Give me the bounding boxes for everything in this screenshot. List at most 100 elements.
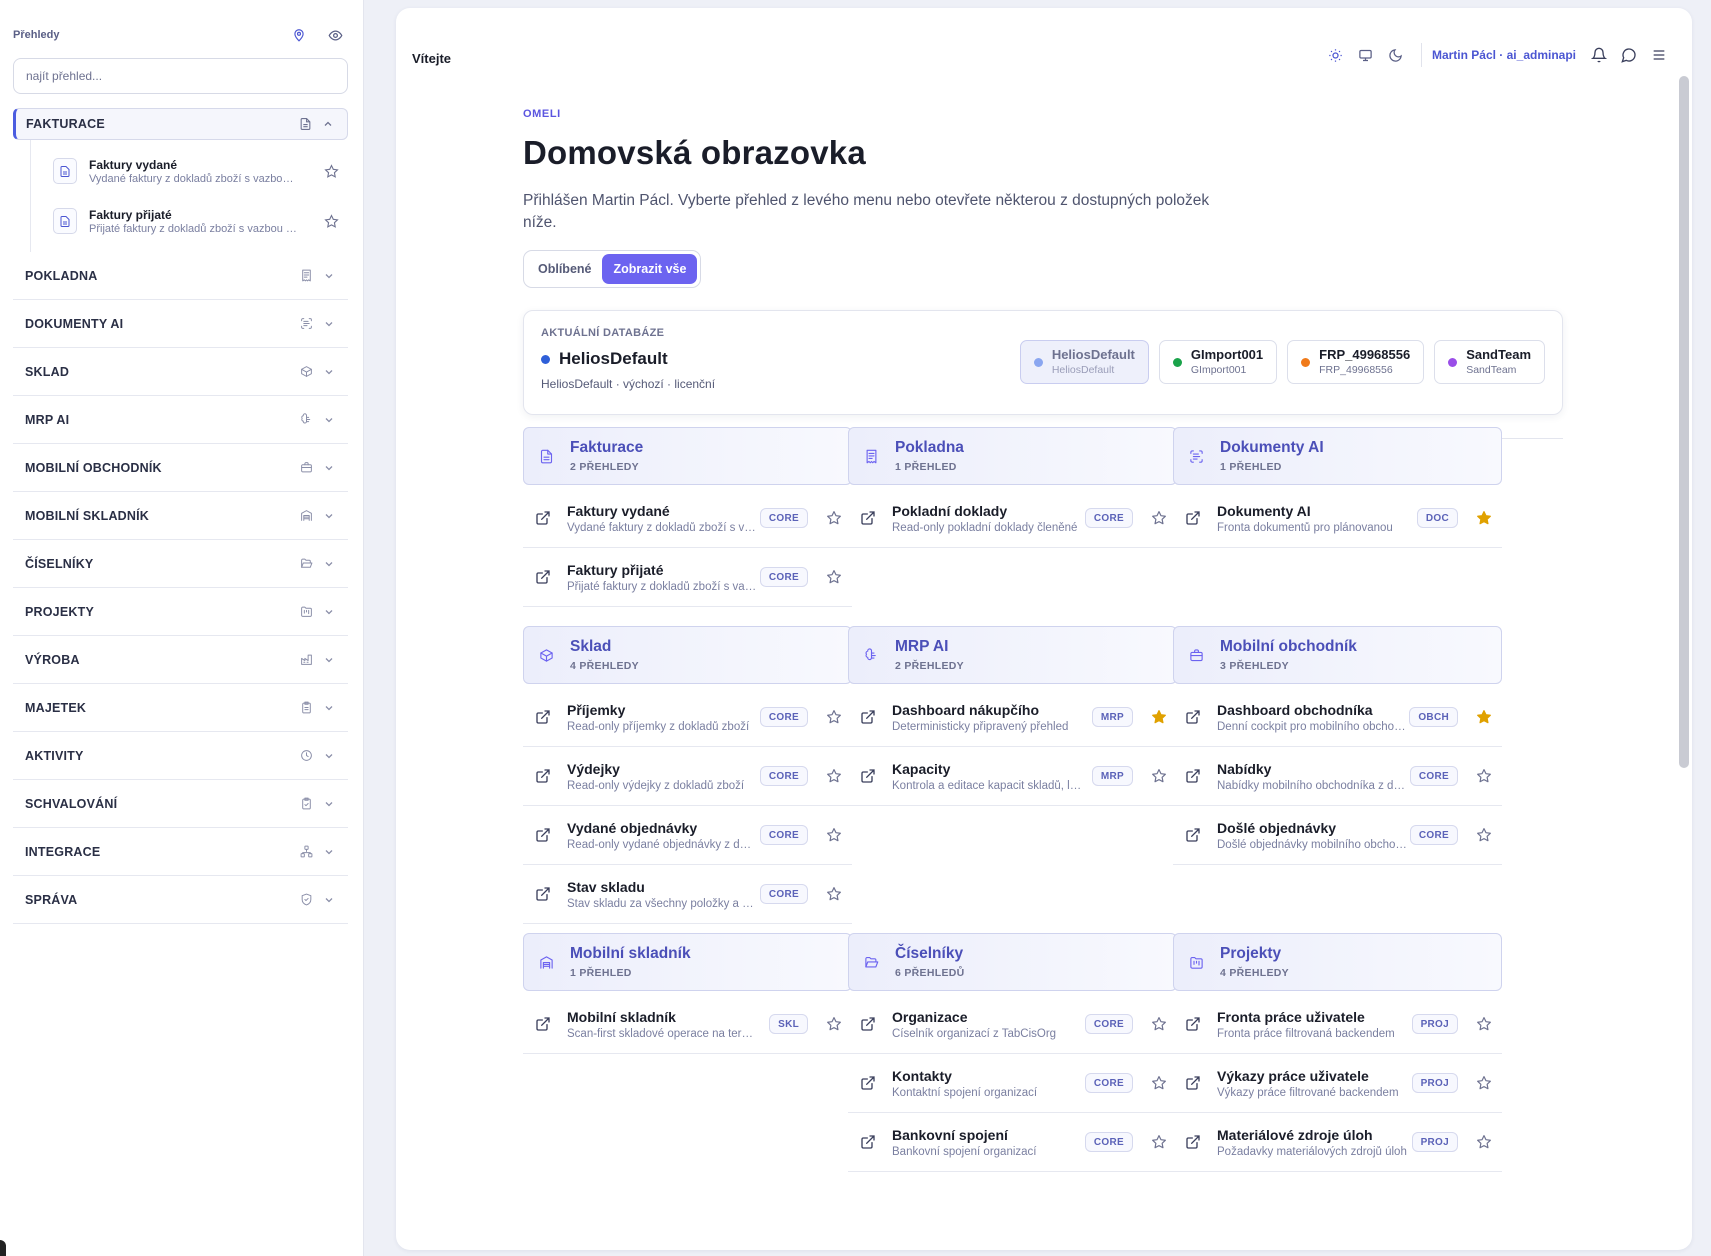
- overview-item[interactable]: Faktury vydané Vydané faktury z dokladů z…: [523, 489, 852, 548]
- overview-item[interactable]: Stav skladu Stav skladu za všechny položk…: [523, 865, 852, 924]
- chevron-down-icon[interactable]: [320, 603, 338, 621]
- category-header[interactable]: Pokladna 1 PŘEHLED: [848, 427, 1177, 485]
- overview-item[interactable]: Výdejky Read-only výdejky z dokladů zboží…: [523, 747, 852, 806]
- star-icon[interactable]: [1472, 1130, 1496, 1154]
- overview-item[interactable]: Fronta práce uživatele Fronta práce filtr…: [1173, 995, 1502, 1054]
- star-icon[interactable]: [1147, 1012, 1171, 1036]
- external-link-icon[interactable]: [529, 762, 557, 790]
- overview-item[interactable]: Kapacity Kontrola a editace kapacit sklad…: [848, 747, 1177, 806]
- star-icon[interactable]: [822, 823, 846, 847]
- star-icon[interactable]: [822, 506, 846, 530]
- sun-icon[interactable]: [1321, 40, 1351, 70]
- sidebar-group-aktivity[interactable]: AKTIVITY: [13, 732, 348, 780]
- overview-item[interactable]: Dashboard obchodníka Denní cockpit pro mo…: [1173, 688, 1502, 747]
- sidebar-group-dokumenty-ai[interactable]: DOKUMENTY AI: [13, 300, 348, 348]
- star-icon[interactable]: [822, 1012, 846, 1036]
- sidebar-group-mobiln-obchodn-k[interactable]: MOBILNÍ OBCHODNÍK: [13, 444, 348, 492]
- star-icon[interactable]: [1472, 1071, 1496, 1095]
- chevron-down-icon[interactable]: [320, 363, 338, 381]
- overview-item[interactable]: Dokumenty AI Fronta dokumentů pro plánova…: [1173, 489, 1502, 548]
- user-label[interactable]: Martin Pácl · ai_adminapi: [1432, 48, 1576, 62]
- overview-item[interactable]: Vydané objednávky Read-only vydané objedn…: [523, 806, 852, 865]
- external-link-icon[interactable]: [854, 1069, 882, 1097]
- external-link-icon[interactable]: [854, 1128, 882, 1156]
- tab-favorites[interactable]: Oblíbené: [527, 254, 602, 284]
- database-option[interactable]: SandTeam SandTeam: [1434, 340, 1545, 384]
- chevron-down-icon[interactable]: [320, 555, 338, 573]
- database-option[interactable]: GImport001 GImport001: [1158, 340, 1278, 384]
- chevron-down-icon[interactable]: [320, 795, 338, 813]
- overview-item[interactable]: Výkazy práce uživatele Výkazy práce filtr…: [1173, 1054, 1502, 1113]
- menu-icon[interactable]: [1644, 40, 1674, 70]
- database-option[interactable]: HeliosDefault HeliosDefault: [1019, 340, 1149, 384]
- external-link-icon[interactable]: [1179, 504, 1207, 532]
- external-link-icon[interactable]: [1179, 1128, 1207, 1156]
- star-filled-icon[interactable]: [1147, 705, 1171, 729]
- star-icon[interactable]: [822, 764, 846, 788]
- chevron-up-icon[interactable]: [319, 115, 337, 133]
- category-header[interactable]: Dokumenty AI 1 PŘEHLED: [1173, 427, 1502, 485]
- sidebar-group-pokladna[interactable]: POKLADNA: [13, 252, 348, 300]
- star-icon[interactable]: [822, 705, 846, 729]
- external-link-icon[interactable]: [854, 1010, 882, 1038]
- chevron-down-icon[interactable]: [320, 891, 338, 909]
- sidebar-group-majetek[interactable]: MAJETEK: [13, 684, 348, 732]
- external-link-icon[interactable]: [1179, 821, 1207, 849]
- category-header[interactable]: MRP AI 2 PŘEHLEDY: [848, 626, 1177, 684]
- sidebar-group-sklad[interactable]: SKLAD: [13, 348, 348, 396]
- chevron-down-icon[interactable]: [320, 651, 338, 669]
- sidebar-group--seln-ky[interactable]: ČÍSELNÍKY: [13, 540, 348, 588]
- star-icon[interactable]: [822, 565, 846, 589]
- bell-icon[interactable]: [1584, 40, 1614, 70]
- star-icon[interactable]: [1147, 1071, 1171, 1095]
- star-filled-icon[interactable]: [1472, 705, 1496, 729]
- overview-item[interactable]: Mobilní skladník Scan-first skladové oper…: [523, 995, 852, 1054]
- overview-item[interactable]: Kontakty Kontaktní spojení organizací CORE: [848, 1054, 1177, 1113]
- sidebar-group-fakturace[interactable]: FAKTURACE: [13, 108, 348, 140]
- external-link-icon[interactable]: [529, 1010, 557, 1038]
- overview-item[interactable]: Příjemky Read-only příjemky z dokladů zbo…: [523, 688, 852, 747]
- sidebar-subitem[interactable]: Faktury přijaté Přijaté faktury z dokladů…: [31, 196, 348, 246]
- monitor-icon[interactable]: [1351, 40, 1381, 70]
- overview-item[interactable]: Faktury přijaté Přijaté faktury z dokladů…: [523, 548, 852, 607]
- overview-item[interactable]: Došlé objednávky Došlé objednávky mobilní…: [1173, 806, 1502, 865]
- external-link-icon[interactable]: [854, 504, 882, 532]
- star-filled-icon[interactable]: [1472, 506, 1496, 530]
- overview-item[interactable]: Pokladní doklady Read-only pokladní dokla…: [848, 489, 1177, 548]
- chevron-down-icon[interactable]: [320, 315, 338, 333]
- sidebar-group-projekty[interactable]: PROJEKTY: [13, 588, 348, 636]
- sidebar-group-mobiln-skladn-k[interactable]: MOBILNÍ SKLADNÍK: [13, 492, 348, 540]
- star-icon[interactable]: [320, 210, 342, 232]
- external-link-icon[interactable]: [1179, 1010, 1207, 1038]
- category-header[interactable]: Mobilní skladník 1 PŘEHLED: [523, 933, 852, 991]
- sidebar-search-input[interactable]: [13, 58, 348, 94]
- external-link-icon[interactable]: [529, 821, 557, 849]
- overview-item[interactable]: Organizace Číselník organizací z TabCisOr…: [848, 995, 1177, 1054]
- category-header[interactable]: Číselníky 6 PŘEHLEDŮ: [848, 933, 1177, 991]
- category-header[interactable]: Fakturace 2 PŘEHLEDY: [523, 427, 852, 485]
- overview-item[interactable]: Nabídky Nabídky mobilního obchodníka z do…: [1173, 747, 1502, 806]
- star-icon[interactable]: [1472, 764, 1496, 788]
- external-link-icon[interactable]: [1179, 1069, 1207, 1097]
- scrollbar[interactable]: [1679, 76, 1689, 768]
- category-header[interactable]: Sklad 4 PŘEHLEDY: [523, 626, 852, 684]
- overview-item[interactable]: Dashboard nákupčího Deterministicky připr…: [848, 688, 1177, 747]
- external-link-icon[interactable]: [529, 563, 557, 591]
- chevron-down-icon[interactable]: [320, 411, 338, 429]
- star-icon[interactable]: [1147, 1130, 1171, 1154]
- sidebar-group-spr-va[interactable]: SPRÁVA: [13, 876, 348, 924]
- star-icon[interactable]: [1472, 1012, 1496, 1036]
- star-icon[interactable]: [1147, 506, 1171, 530]
- chevron-down-icon[interactable]: [320, 507, 338, 525]
- external-link-icon[interactable]: [1179, 703, 1207, 731]
- chevron-down-icon[interactable]: [320, 843, 338, 861]
- star-icon[interactable]: [320, 160, 342, 182]
- overview-item[interactable]: Materiálové zdroje úloh Požadavky materiá…: [1173, 1113, 1502, 1172]
- star-icon[interactable]: [1472, 823, 1496, 847]
- sidebar-group-mrp-ai[interactable]: MRP AI: [13, 396, 348, 444]
- category-header[interactable]: Mobilní obchodník 3 PŘEHLEDY: [1173, 626, 1502, 684]
- moon-icon[interactable]: [1381, 40, 1411, 70]
- sidebar-group-schvalov-n-[interactable]: SCHVALOVÁNÍ: [13, 780, 348, 828]
- external-link-icon[interactable]: [854, 762, 882, 790]
- external-link-icon[interactable]: [529, 703, 557, 731]
